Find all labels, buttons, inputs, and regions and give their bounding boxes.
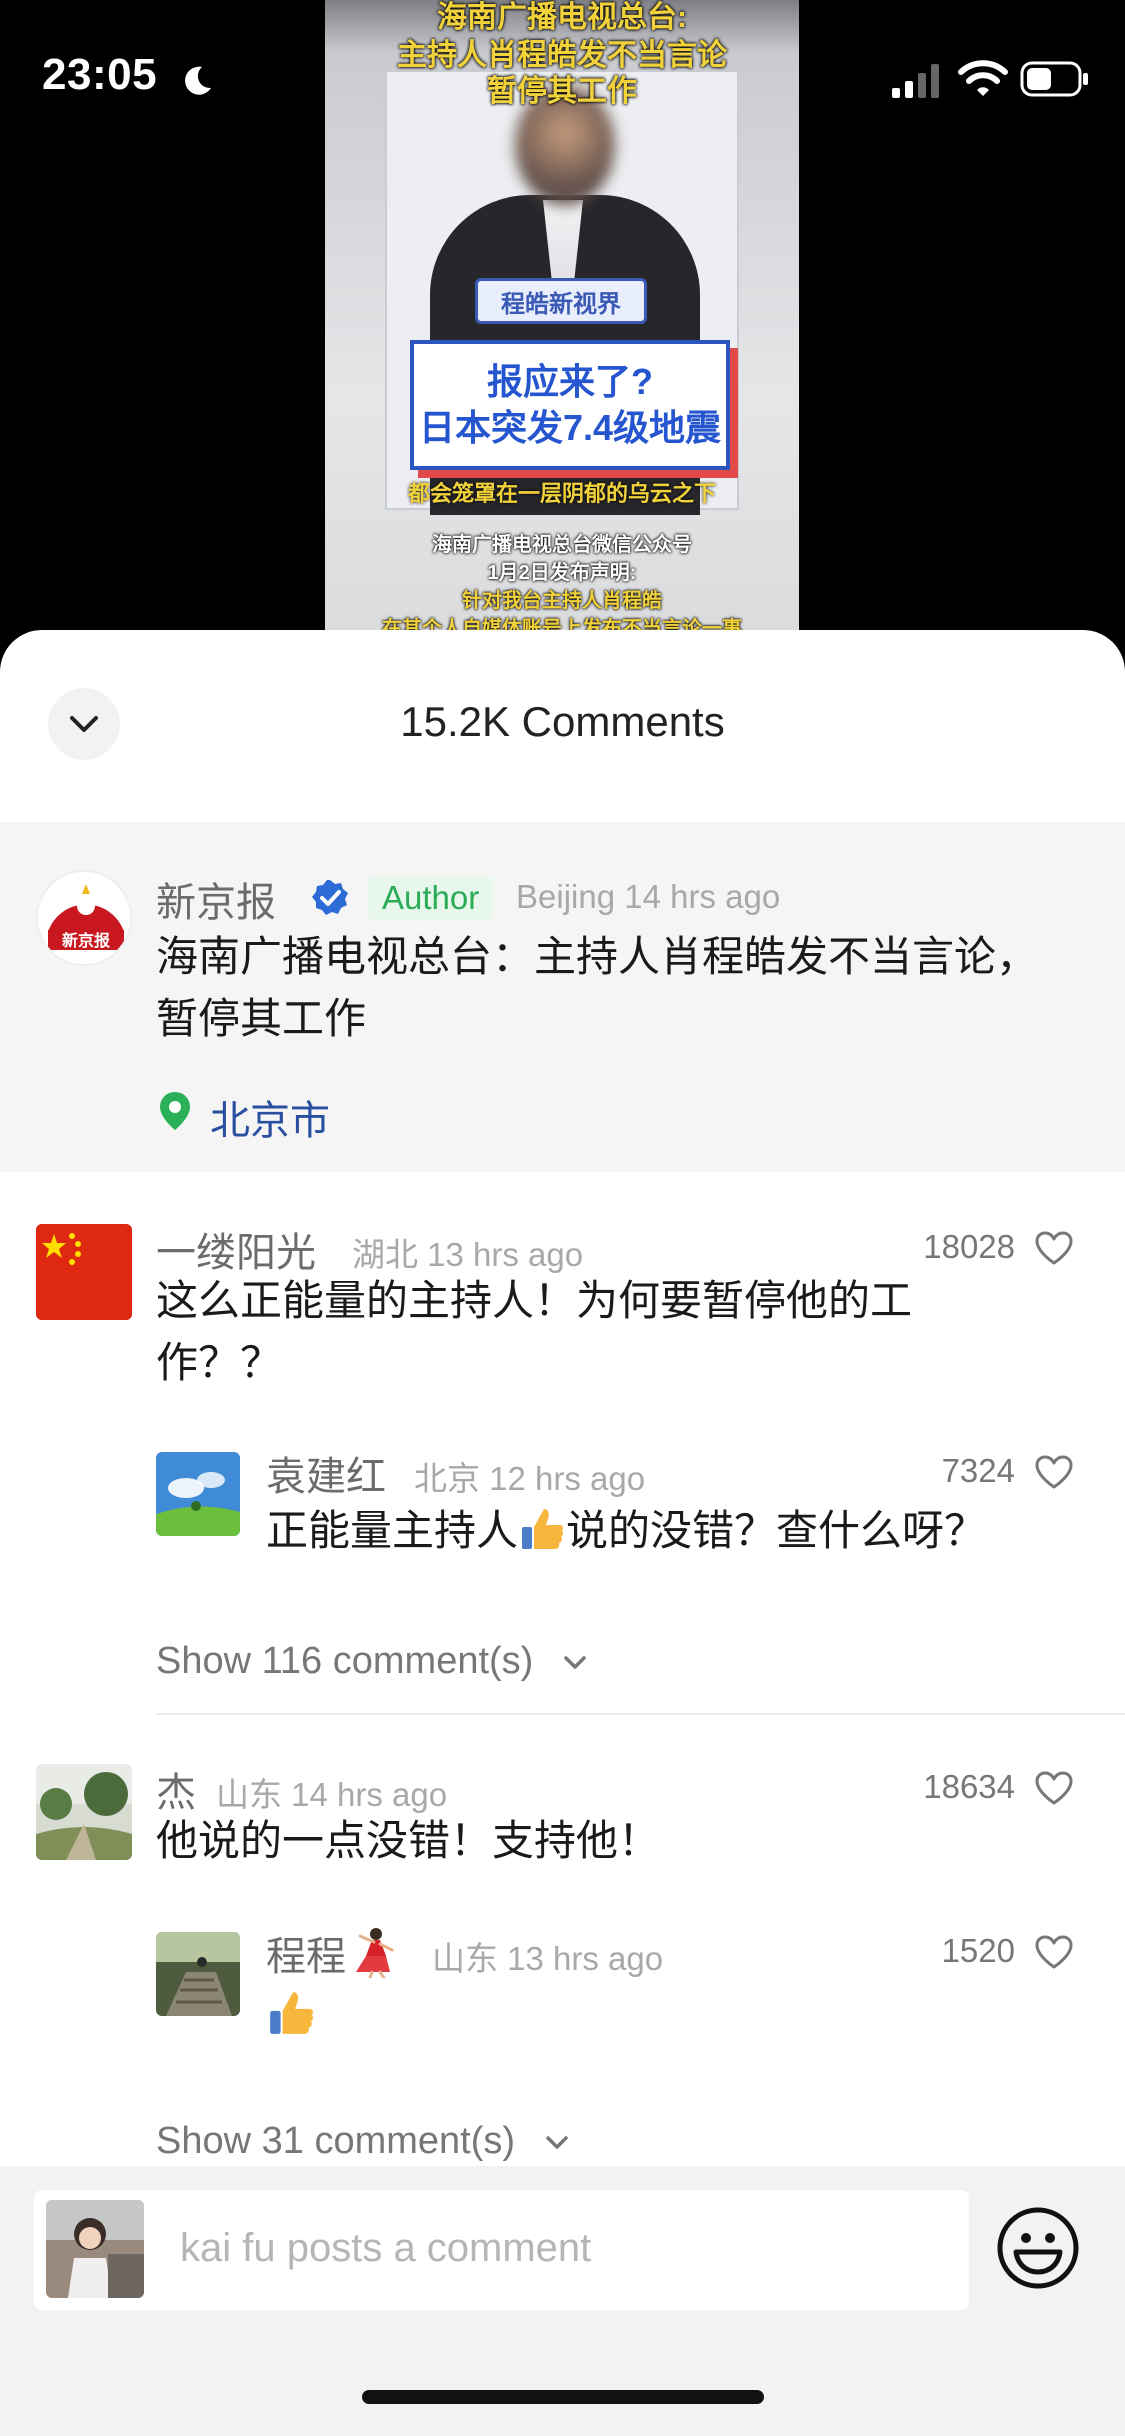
publisher-logo: 新京报 [40,874,130,964]
comment-text[interactable]: 这么正能量的主持人！为何要暂停他的工作？？ [156,1270,1016,1394]
garden-image [36,1764,132,1860]
user-photo [46,2200,144,2298]
video-title-line3: 暂停其工作 [487,75,637,108]
heart-icon[interactable] [1034,1454,1074,1490]
show-replies-label: Show 116 comment(s) [156,1640,534,1682]
show-replies-label: Show 31 comment(s) [156,2120,516,2162]
status-time: 23:05 [42,50,158,99]
chevron-down-icon [564,1656,586,1669]
reply-name[interactable]: 程程 [266,1924,398,1982]
pinned-meta: Beijing 14 hrs ago [516,878,781,915]
dancer-emoji-icon [356,1928,394,1980]
reply-avatar[interactable] [156,1932,240,2016]
like-count: 18028 [923,1228,1015,1265]
thumbs-up-icon [270,1992,313,2034]
reply-meta: 山东 13 hrs ago [432,1940,664,1977]
publisher-avatar[interactable]: 新京报 [36,870,132,966]
video-frame: 海南广播电视总台: 主持人肖程皓发不当言论 暂停其工作 程皓新视界 报应来了? … [325,0,799,660]
reply-text[interactable]: 正能量主持人 说的没错？查什么呀？ [266,1500,1066,1562]
landscape-image [156,1452,240,1536]
moon-icon [185,66,211,95]
video-text-line1: 海南广播电视总台微信公众号 [432,534,692,556]
comment-text[interactable]: 他说的一点没错！支持他！ [156,1810,1016,1872]
video-headline-line2: 日本突发7.4级地震 [418,407,722,448]
heart-icon[interactable] [1034,1934,1074,1970]
comment-meta: 山东 14 hrs ago [216,1776,448,1813]
show-replies-button[interactable]: Show 116 comment(s) [156,1640,588,1683]
video-headline-box: 报应来了? 日本突发7.4级地震 [410,340,730,470]
pinned-text[interactable]: 海南广播电视总台：主持人肖程皓发不当言论，暂停其工作 [156,926,1056,1050]
thumbs-up-icon [522,1509,564,1549]
heart-icon[interactable] [1034,1770,1074,1806]
show-replies-button[interactable]: Show 31 comment(s) [156,2120,570,2163]
video-channel-badge: 程皓新视界 [475,278,647,324]
author-tag: Author [368,876,494,920]
comments-count-title: 15.2K Comments [400,698,725,745]
pinned-author-name[interactable]: 新京报 [156,870,276,928]
location-link[interactable]: 北京市 [210,1088,330,1146]
reply-text-part1: 正能量主持人 [266,1507,519,1554]
reply-avatar[interactable] [156,1452,240,1536]
comment-meta: 湖北 13 hrs ago [352,1236,584,1273]
chevron-down-icon [545,2136,568,2149]
commenter-avatar[interactable] [36,1224,132,1320]
reply-name[interactable]: 袁建红 [266,1444,386,1502]
wifi-icon [958,60,1008,96]
reply-like-count: 7324 [941,1452,1015,1489]
reply-meta: 北京 12 hrs ago [414,1460,646,1497]
stairs-image [156,1932,240,2016]
comment-placeholder[interactable]: kai fu posts a comment [180,2226,591,2271]
location-pin-icon [160,1092,190,1130]
flag-image [36,1224,132,1320]
reply-like-count: 1520 [941,1932,1015,1969]
video-text-line2: 1月2日发布声明: [487,562,637,584]
like-count: 18634 [923,1768,1015,1805]
reply-text-part2: 说的没错？查什么呀？ [566,1507,987,1554]
sheet-header: 15.2K Comments [0,630,1125,822]
my-avatar[interactable] [46,2200,144,2298]
battery-icon [1020,61,1088,97]
comment-sheet: 15.2K Comments 新京报 新京报 Author Beijing 14… [0,630,1125,2436]
video-headline-line1: 报应来了? [487,361,653,402]
signal-icon [892,64,939,98]
video-caption: 都会笼罩在一层阴郁的乌云之下 [407,481,716,506]
home-indicator [362,2390,764,2404]
heart-icon[interactable] [1034,1230,1074,1266]
publisher-logo-text: 新京报 [62,931,110,950]
pinned-author-post[interactable]: 新京报 新京报 Author Beijing 14 hrs ago 海南广播电视… [0,822,1125,1172]
video-text-line3: 针对我台主持人肖程皓 [462,590,662,612]
verified-badge-icon [312,880,348,915]
reply-name-text: 程程 [266,1935,346,1979]
commenter-avatar[interactable] [36,1764,132,1860]
emoji-icon[interactable] [996,2206,1080,2290]
comment-divider [156,1713,1125,1715]
video-player[interactable]: 海南广播电视总台: 主持人肖程皓发不当言论 暂停其工作 程皓新视界 报应来了? … [0,0,1125,660]
